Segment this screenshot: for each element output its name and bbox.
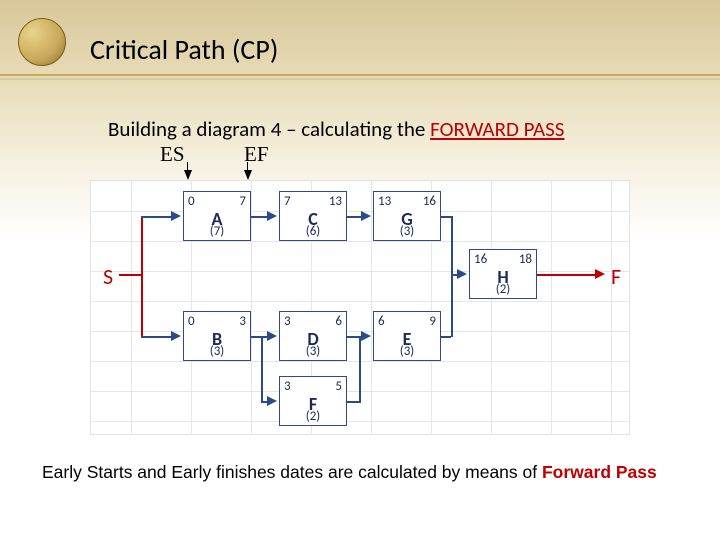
footnote: Early Starts and Early finishes dates ar… xyxy=(42,462,657,483)
edge xyxy=(537,274,595,276)
arrowhead-icon xyxy=(361,211,371,221)
start-label: S xyxy=(103,263,113,290)
node-H: 16 18 H (2) xyxy=(469,249,537,299)
edge xyxy=(451,216,453,274)
footnote-highlight: Forward Pass xyxy=(542,462,657,482)
footnote-prefix: Early Starts and Early finishes dates ar… xyxy=(42,462,542,482)
arrowhead-icon xyxy=(267,211,277,221)
arrowhead-icon xyxy=(595,269,605,279)
edge xyxy=(141,336,171,338)
globe-icon xyxy=(18,18,66,66)
arrowhead-icon xyxy=(171,331,181,341)
forward-pass-diagram: S F 0 7 A (7) 7 13 C (6) 13 16 G (3) 16 … xyxy=(90,180,630,435)
edge xyxy=(347,401,359,403)
arrowhead-icon xyxy=(267,331,277,341)
subtitle-highlight: FORWARD PASS xyxy=(430,116,564,142)
arrowhead-icon xyxy=(171,211,181,221)
edge xyxy=(451,274,453,337)
edge xyxy=(119,274,141,276)
edge xyxy=(141,216,143,336)
title-divider xyxy=(0,74,720,76)
arrow-down-icon xyxy=(244,170,252,180)
page-title: Critical Path (CP) xyxy=(90,32,278,67)
node-E: 6 9 E (3) xyxy=(373,311,441,361)
edge xyxy=(441,336,451,338)
es-label: ES xyxy=(160,142,185,167)
subtitle: Building a diagram 4 – calculating the F… xyxy=(108,116,564,142)
node-F: 3 5 F (2) xyxy=(279,376,347,426)
arrowhead-icon xyxy=(267,396,277,406)
node-A: 0 7 A (7) xyxy=(183,191,251,241)
node-D: 3 6 D (3) xyxy=(279,311,347,361)
subtitle-prefix: Building a diagram 4 – calculating the xyxy=(108,116,430,142)
node-G: 13 16 G (3) xyxy=(373,191,441,241)
edge xyxy=(441,216,451,218)
arrowhead-icon xyxy=(361,331,371,341)
node-C: 7 13 C (6) xyxy=(279,191,347,241)
arrow-down-icon xyxy=(184,170,192,180)
node-B: 0 3 B (3) xyxy=(183,311,251,361)
edge xyxy=(451,274,459,276)
finish-label: F xyxy=(611,263,621,290)
edge xyxy=(359,336,361,403)
edge xyxy=(141,216,171,218)
edge xyxy=(261,336,263,401)
